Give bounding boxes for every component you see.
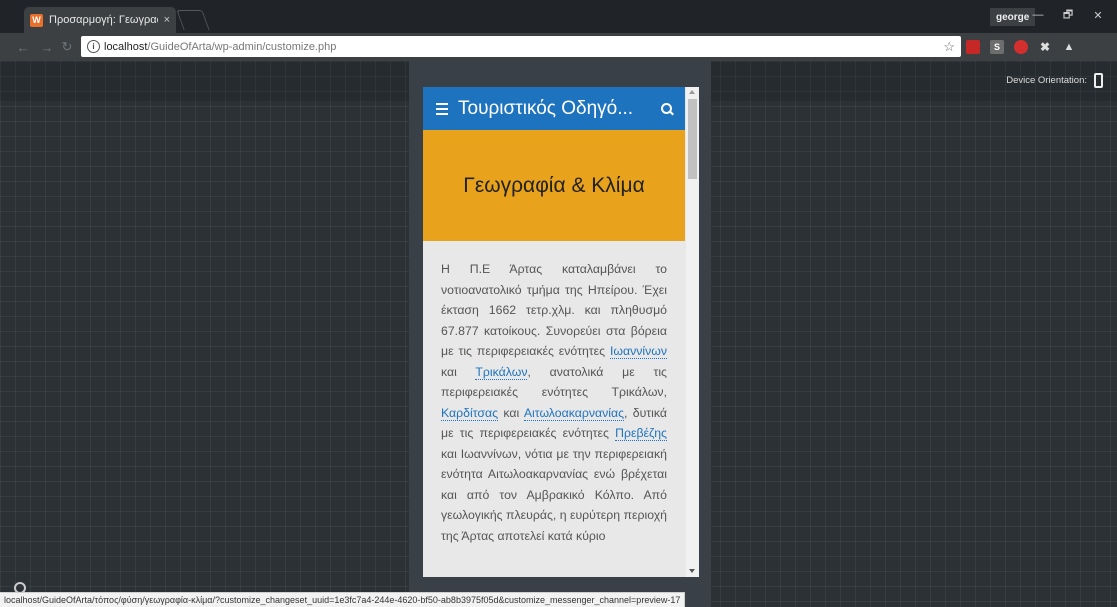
phone-portrait-icon[interactable] — [1094, 73, 1103, 88]
extension-tools-icon[interactable]: ✖ — [1038, 40, 1052, 54]
url-path: /GuideOfArta/wp-admin/customize.php — [147, 40, 337, 53]
browser-tab-strip: W Προσαρμογή: Γεωγραφί × george — 🗗 ✕ — [0, 0, 1117, 33]
address-bar[interactable]: i localhost /GuideOfArta/wp-admin/custom… — [81, 36, 961, 57]
scrollbar-thumb[interactable] — [688, 99, 697, 179]
extension-red-icon[interactable] — [966, 40, 980, 54]
site-header: Τουριστικός Οδηγό... — [423, 87, 685, 130]
link-aitoloakarnania[interactable]: Αιτωλοακαρνανίας — [523, 405, 624, 421]
site-favicon-icon: W — [30, 13, 43, 27]
bookmark-star-icon[interactable]: ☆ — [943, 39, 955, 55]
url-host: localhost — [104, 40, 148, 53]
link-karditsa[interactable]: Καρδίτσας — [441, 405, 499, 421]
browser-toolbar: ← → ↻ i localhost /GuideOfArta/wp-admin/… — [0, 33, 1117, 61]
scroll-down-arrow-icon[interactable] — [689, 569, 695, 573]
extension-shield-icon[interactable] — [1014, 40, 1028, 54]
page-hero: Γεωγραφία & Κλίμα — [423, 130, 685, 241]
text-segment: και Ιωαννίνων, νότια με την περιφερειακή… — [441, 446, 667, 543]
new-tab-button[interactable] — [176, 10, 210, 30]
link-trikala[interactable]: Τρικάλων — [475, 364, 528, 380]
site-info-icon[interactable]: i — [87, 40, 100, 53]
preview-screen[interactable]: Τουριστικός Οδηγό... Γεωγραφία & Κλίμα Η… — [423, 87, 699, 577]
page-heading: Γεωγραφία & Κλίμα — [463, 173, 645, 197]
text-segment: και — [441, 364, 476, 379]
tab-close-icon[interactable]: × — [164, 14, 170, 26]
menu-icon[interactable] — [436, 102, 448, 115]
reload-icon[interactable]: ↻ — [58, 38, 76, 56]
link-ioannina[interactable]: Ιωαννίνων — [609, 344, 667, 359]
device-orientation-label: Device Orientation: — [1006, 75, 1087, 86]
forward-arrow-icon[interactable]: → — [38, 38, 56, 56]
restore-button[interactable]: 🗗 — [1055, 6, 1081, 24]
minimize-button[interactable]: — — [1025, 6, 1051, 24]
browser-tab[interactable]: W Προσαρμογή: Γεωγραφί × — [24, 7, 176, 33]
extension-s-icon[interactable]: S — [990, 40, 1004, 54]
close-window-button[interactable]: ✕ — [1085, 6, 1111, 24]
article-paragraph: Η Π.Ε Άρτας καταλαμβάνει το νοτιοανατολι… — [441, 259, 667, 546]
window-controls: — 🗗 ✕ — [1025, 6, 1111, 24]
search-icon[interactable] — [661, 102, 673, 115]
preview-scrollbar[interactable] — [686, 87, 699, 577]
site-title[interactable]: Τουριστικός Οδηγό... — [458, 98, 633, 120]
device-orientation-control[interactable]: Device Orientation: — [1006, 73, 1103, 88]
tab-title: Προσαρμογή: Γεωγραφί — [49, 14, 158, 26]
text-segment: και — [498, 405, 524, 420]
link-preveza[interactable]: Πρεβέζης — [615, 426, 667, 441]
back-arrow-icon[interactable]: ← — [14, 38, 32, 56]
extension-drive-icon[interactable]: ▲ — [1062, 40, 1076, 54]
scroll-up-arrow-icon[interactable] — [689, 90, 695, 94]
status-bar-url: localhost/GuideOfArta/τόπος/φύση/γεωγραφ… — [0, 592, 686, 607]
